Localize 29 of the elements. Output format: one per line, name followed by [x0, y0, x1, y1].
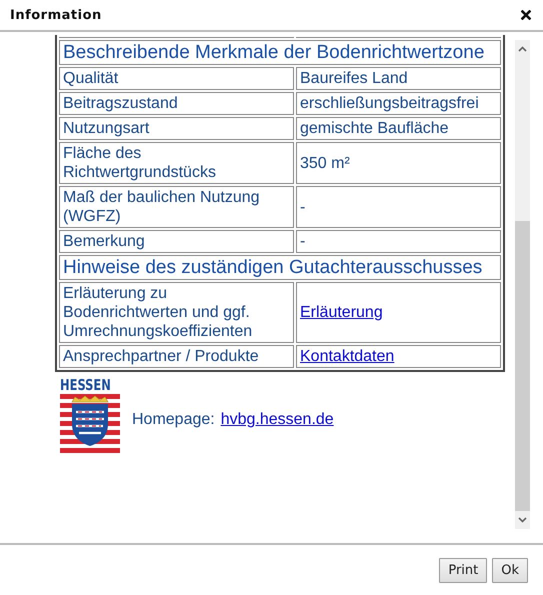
table-cell: Maß der baulichen Nutzung (WGFZ)	[59, 186, 294, 228]
scrollbar-thumb[interactable]	[515, 221, 530, 511]
table-cell: Baureifes Land	[296, 67, 501, 90]
table-cell: Erläuterung zu Bodenrichtwerten und ggf. Umrechnungskoeffizienten	[59, 282, 294, 343]
table-cell: Fläche des Richtwertgrundstücks	[59, 142, 294, 184]
section-heading: Hinweise des zuständigen Gutachterausschusses	[59, 255, 501, 280]
section-heading: Beschreibende Merkmale der Bodenrichtwertzone	[59, 40, 501, 65]
table-cell: Nutzungsart	[59, 117, 294, 140]
close-icon[interactable]	[521, 10, 531, 20]
dialog-button[interactable]: Print	[439, 558, 488, 582]
table-cell: -	[296, 186, 501, 228]
table-cell: Beitragszustand	[59, 92, 294, 115]
dialog-button[interactable]: Ok	[492, 558, 528, 582]
homepage-label: Homepage:	[132, 411, 215, 429]
table-cell: Bemerkung	[59, 230, 294, 253]
window-title: Information	[10, 8, 102, 22]
table-cell: 350 m²	[296, 142, 501, 184]
scroll-up-icon[interactable]	[518, 46, 527, 52]
table-cell: -	[296, 230, 501, 253]
table-cell: erschließungsbeitragsfrei	[296, 92, 501, 115]
table-cell: Qualität	[59, 67, 294, 90]
scroll-down-icon[interactable]	[518, 517, 527, 523]
table-cell: Ansprechpartner / Produkte	[59, 345, 294, 368]
homepage-link[interactable]: hvbg.hessen.de	[220, 411, 334, 429]
coat-of-arms-icon	[60, 394, 120, 456]
table-link[interactable]: Erläuterung	[300, 304, 383, 321]
scrollbar[interactable]	[515, 40, 530, 529]
table-cell: gemischte Baufläche	[296, 117, 501, 140]
logo-text: HESSEN	[60, 377, 112, 394]
